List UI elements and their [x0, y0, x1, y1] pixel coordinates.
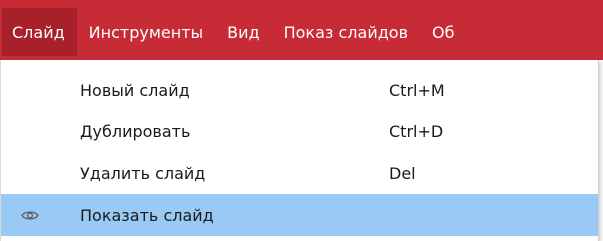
- eye-icon: [19, 208, 41, 222]
- menu-item-label: Удалить слайд: [80, 163, 206, 183]
- menu-item-label: Показать слайд: [80, 205, 214, 225]
- menu-about[interactable]: Об: [420, 8, 466, 56]
- menu-view[interactable]: Вид: [215, 8, 271, 56]
- menu-item-shortcut: Ctrl+M: [389, 80, 445, 100]
- menu-item-new-slide[interactable]: Новый слайд Ctrl+M: [1, 69, 598, 111]
- menu-slideshow[interactable]: Показ слайдов: [272, 8, 420, 56]
- menu-item-label: Новый слайд: [80, 80, 190, 100]
- menu-bar: Слайд Инструменты Вид Показ слайдов Об: [0, 0, 603, 60]
- menu-item-show-slide[interactable]: Показать слайд: [1, 194, 598, 236]
- slide-dropdown-menu: Новый слайд Ctrl+M Дублировать Ctrl+D Уд…: [0, 60, 599, 241]
- menu-item-duplicate[interactable]: Дублировать Ctrl+D: [1, 110, 598, 152]
- menu-slide[interactable]: Слайд: [2, 8, 77, 56]
- menu-tools[interactable]: Инструменты: [77, 8, 216, 56]
- menu-item-shortcut: Ctrl+D: [389, 121, 444, 141]
- menu-item-delete-slide[interactable]: Удалить слайд Del: [1, 152, 598, 194]
- menu-item-shortcut: Del: [389, 163, 416, 183]
- menu-item-label: Дублировать: [80, 121, 191, 141]
